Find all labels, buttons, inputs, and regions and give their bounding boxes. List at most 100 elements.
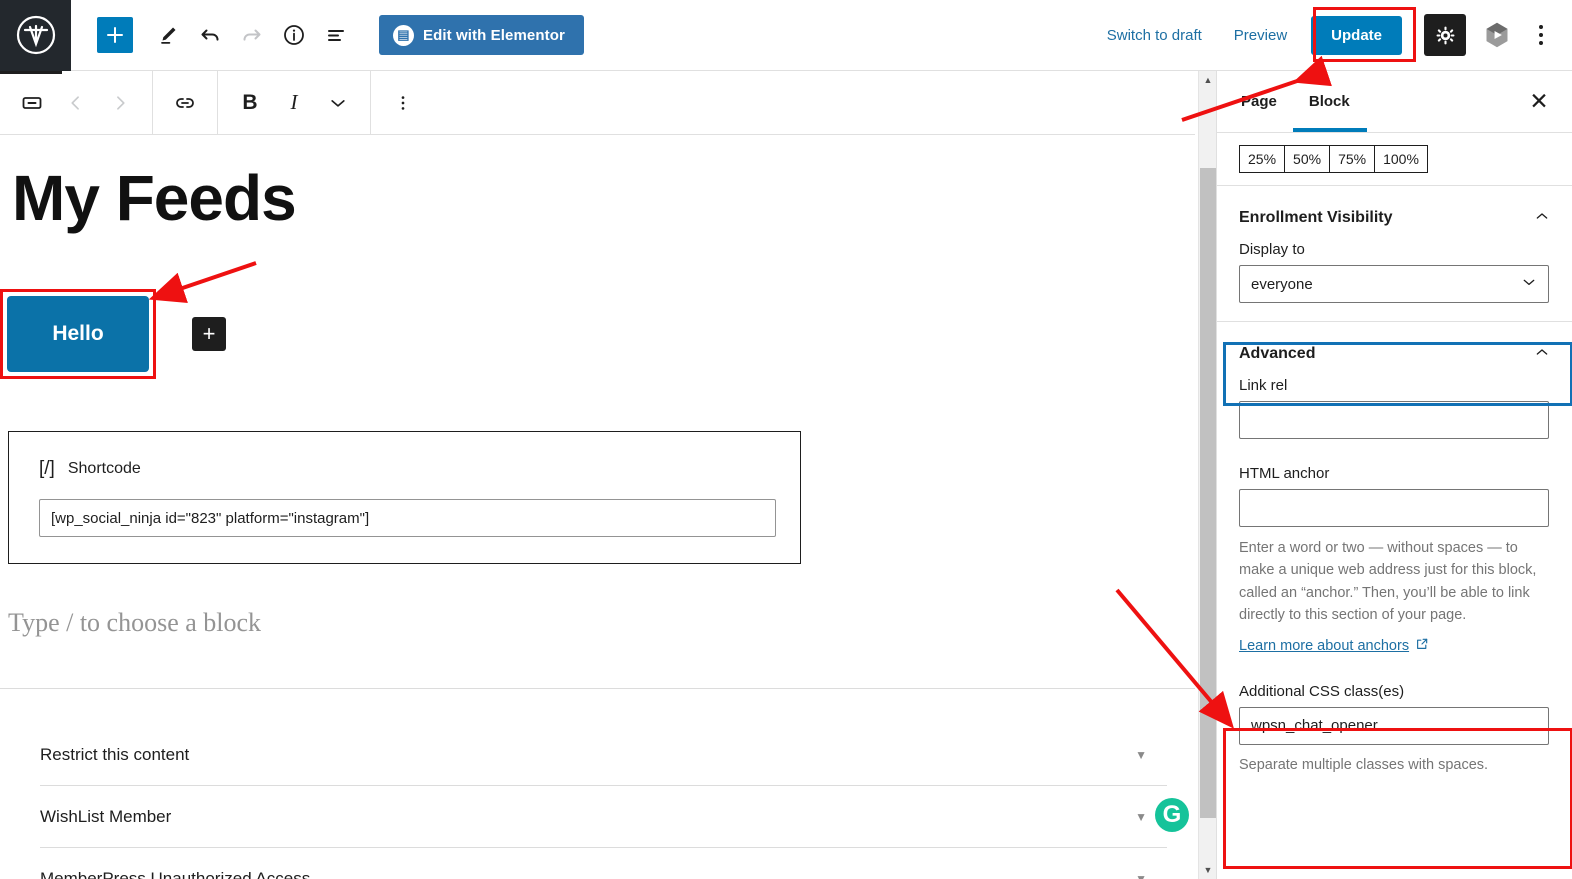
width-preset-25[interactable]: 25% [1239,145,1285,173]
kebab-dot [1539,25,1543,29]
link-rel-label: Link rel [1217,377,1572,401]
meta-box-label: Restrict this content [40,745,189,765]
text-format-group: B I [218,71,371,135]
display-to-value: everyone [1251,276,1313,293]
block-type-group [0,71,153,135]
additional-css-classes-input[interactable] [1239,707,1549,745]
gear-icon [1435,25,1456,46]
enrollment-visibility-title: Enrollment Visibility [1239,209,1393,227]
editor-canvas[interactable]: My Feeds Hello + [/] Shortcode Type / to… [0,135,1195,879]
kebab-dot [1539,41,1543,45]
meta-box-restrict-this-content[interactable]: Restrict this content ▼ [40,724,1167,786]
undo-button[interactable] [189,14,231,56]
settings-gear-button[interactable] [1424,14,1466,56]
edit-with-elementor-button[interactable]: ▤ Edit with Elementor [379,15,584,55]
tab-block[interactable]: Block [1293,71,1366,133]
info-circle-icon [282,23,306,47]
chevron-down-icon [1521,274,1537,294]
chevron-right-icon [110,93,130,113]
shortcode-block-header: [/] Shortcode [39,458,776,480]
chevron-down-icon: ▼ [1135,748,1147,762]
bold-button[interactable]: B [228,81,272,125]
width-preset-group: 25% 50% 75% 100% [1217,133,1572,186]
italic-button[interactable]: I [272,81,316,125]
block-type-icon[interactable] [10,81,54,125]
scrollbar-thumb[interactable] [1200,168,1216,818]
advanced-section-header[interactable]: Advanced [1217,322,1572,377]
width-preset-100[interactable]: 100% [1374,145,1428,173]
display-to-select[interactable]: everyone [1239,265,1549,303]
html-anchor-input[interactable] [1239,489,1549,527]
scroll-up-arrow-icon[interactable]: ▲ [1199,71,1217,89]
chevron-down-icon [328,93,348,113]
tools-pencil-button[interactable] [147,14,189,56]
button-block-row: Hello + [8,289,1195,379]
link-icon [173,91,197,115]
move-block-right-button[interactable] [98,81,142,125]
plus-icon [106,26,124,44]
chevron-down-icon: ▼ [1135,810,1147,824]
wordpress-logo-icon[interactable] [0,0,71,71]
wordpress-block-editor: ▤ Edit with Elementor Switch to draft Pr… [0,0,1572,879]
block-options-button[interactable] [381,81,425,125]
elementor-logo-icon [1483,21,1511,49]
link-group [153,71,218,135]
link-rel-input[interactable] [1239,401,1549,439]
shortcode-block[interactable]: [/] Shortcode [8,431,801,564]
width-preset-75[interactable]: 75% [1329,145,1375,173]
redo-arrow-icon [240,23,264,47]
meta-box-label: MemberPress Unauthorized Access [40,869,310,879]
close-sidebar-button[interactable]: ✕ [1522,85,1556,119]
width-preset-50[interactable]: 50% [1284,145,1330,173]
switch-to-draft-button[interactable]: Switch to draft [1091,27,1218,44]
meta-box-label: WishList Member [40,807,171,827]
redo-button[interactable] [231,14,273,56]
chevron-up-icon [1534,344,1550,363]
more-options-button[interactable] [1524,14,1558,56]
block-toolbar: B I [0,71,1195,135]
editor-top-bar: ▤ Edit with Elementor Switch to draft Pr… [0,0,1572,71]
inline-add-block-button[interactable]: + [192,317,226,351]
scroll-down-arrow-icon[interactable]: ▼ [1199,861,1217,879]
move-block-left-button[interactable] [54,81,98,125]
preview-button[interactable]: Preview [1218,27,1303,44]
additional-css-classes-label: Additional CSS class(es) [1217,655,1572,707]
editor-vertical-scrollbar[interactable]: ▲ ▼ [1198,71,1216,879]
document-outline-icon [324,23,348,47]
add-block-button[interactable] [97,17,133,53]
block-options-group [371,71,435,135]
canvas-divider [0,688,1195,689]
elementor-logo-icon[interactable] [1476,14,1518,56]
shortcode-input[interactable] [39,499,776,537]
hello-button[interactable]: Hello [7,296,149,372]
external-link-icon [1415,637,1429,655]
details-info-button[interactable] [273,14,315,56]
tab-page[interactable]: Page [1225,71,1293,133]
empty-block-placeholder[interactable]: Type / to choose a block [8,608,1195,638]
learn-more-about-anchors-link[interactable]: Learn more about anchors [1239,637,1429,655]
enrollment-visibility-section-header[interactable]: Enrollment Visibility [1217,186,1572,241]
block-settings-sidebar: Page Block ✕ 25% 50% 75% 100% Enrollment… [1216,71,1572,879]
html-anchor-label: HTML anchor [1217,439,1572,489]
post-title[interactable]: My Feeds [12,163,1195,233]
undo-arrow-icon [198,23,222,47]
advanced-title: Advanced [1239,345,1315,363]
meta-box-memberpress-unauthorized-access[interactable]: MemberPress Unauthorized Access ▼ [40,848,1167,879]
shortcode-icon: [/] [39,458,55,480]
button-block-icon [20,91,44,115]
top-bar-left-tools: ▤ Edit with Elementor [71,14,584,56]
top-bar-right-tools: Switch to draft Preview Update [1091,14,1572,56]
learn-more-label: Learn more about anchors [1239,638,1409,654]
link-button[interactable] [163,81,207,125]
display-to-label: Display to [1217,241,1572,265]
meta-box-wishlist-member[interactable]: WishList Member ▼ [40,786,1167,848]
hello-button-highlight: Hello [0,289,156,379]
css-classes-help-text: Separate multiple classes with spaces. [1217,745,1572,776]
more-formats-button[interactable] [316,81,360,125]
list-view-button[interactable] [315,14,357,56]
update-button[interactable]: Update [1311,16,1402,55]
pencil-edit-icon [157,24,179,46]
sidebar-tabs: Page Block ✕ [1217,71,1572,133]
shortcode-block-title: Shortcode [68,460,141,478]
meta-boxes: Restrict this content ▼ WishList Member … [0,724,1195,879]
